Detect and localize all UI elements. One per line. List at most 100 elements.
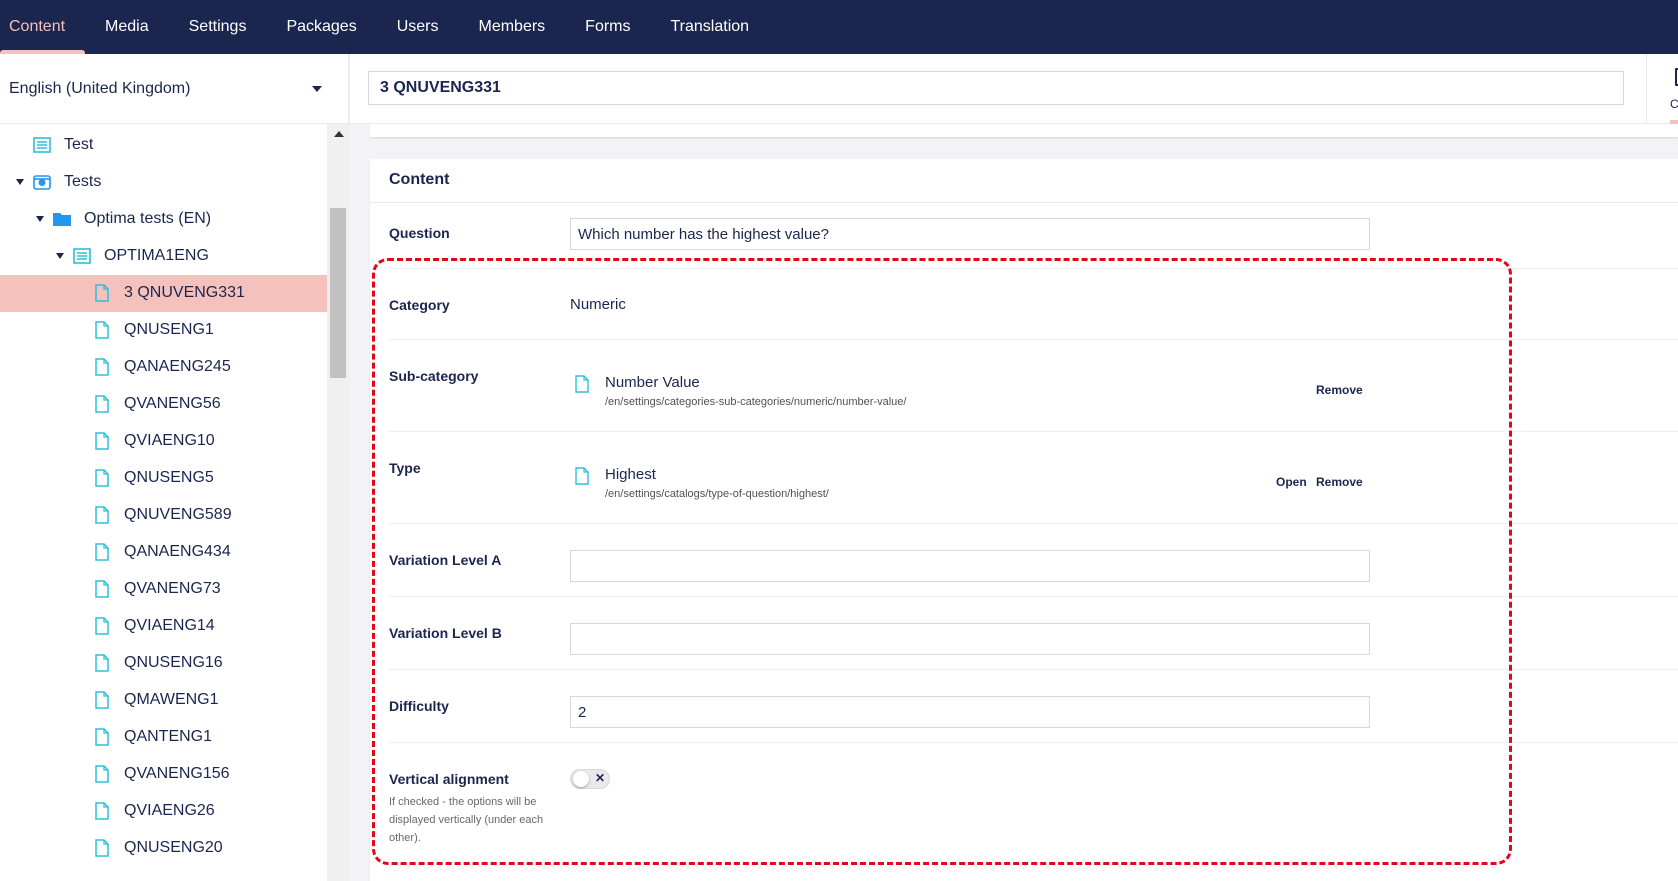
tree-item-label: Optima tests (EN)	[84, 210, 212, 227]
tree-item[interactable]: QVANENG56	[0, 386, 327, 423]
type-name[interactable]: Highest	[605, 466, 656, 483]
variation-b-input[interactable]	[570, 623, 1370, 655]
document-icon	[575, 375, 589, 393]
document-icon	[95, 580, 109, 598]
tree-item[interactable]: QNUSENG16	[0, 645, 327, 682]
scrollbar-thumb[interactable]	[330, 208, 346, 378]
category-label: Category	[389, 297, 450, 313]
tree-scrollbar[interactable]	[327, 124, 349, 881]
document-icon	[95, 358, 109, 376]
category-value: Numeric	[570, 296, 626, 313]
document-icon	[95, 543, 109, 561]
document-icon	[95, 432, 109, 450]
variation-a-input[interactable]	[570, 550, 1370, 582]
tree-item[interactable]: 3 QNUVENG331	[0, 275, 327, 312]
content-tree-sidebar: English (United Kingdom) Test Tests Optima…	[0, 54, 349, 881]
tree-item-label: QMAWENG1	[124, 691, 219, 708]
subcategory-path: /en/settings/categories-sub-categories/n…	[605, 396, 907, 408]
difficulty-input[interactable]	[570, 696, 1370, 728]
app-tab-label: Cor	[1670, 97, 1678, 111]
document-icon	[95, 506, 109, 524]
tree-item[interactable]: Tests	[0, 164, 327, 201]
tree-item[interactable]: QVIAENG26	[0, 793, 327, 830]
expand-arrow-icon[interactable]	[16, 179, 24, 185]
tree-item[interactable]: OPTIMA1ENG	[0, 238, 327, 275]
variation-a-label: Variation Level A	[389, 552, 502, 568]
folder-icon	[53, 213, 71, 226]
tree-item-label: QVIAENG26	[124, 802, 215, 819]
difficulty-label: Difficulty	[389, 698, 449, 714]
header-divider	[1646, 54, 1647, 124]
tree-item[interactable]: QANTENG1	[0, 719, 327, 756]
document-icon	[95, 691, 109, 709]
content-app-tab[interactable]: Cor	[1655, 54, 1678, 124]
tree-item[interactable]: QNUSENG20	[0, 830, 327, 867]
nav-media[interactable]: Media	[85, 0, 169, 54]
content-group-panel: Content Question Category Numeric Sub-ca…	[370, 159, 1678, 881]
vertical-alignment-toggle[interactable]: ✕	[570, 769, 610, 789]
list-icon	[33, 137, 51, 153]
nav-content[interactable]: Content	[0, 0, 86, 54]
expand-arrow-icon[interactable]	[56, 253, 64, 259]
content-tree: Test Tests Optima tests (EN) OPTIMA1ENG 3 QN…	[0, 124, 327, 881]
subcategory-name[interactable]: Number Value	[605, 374, 700, 391]
scroll-up-arrow-icon[interactable]	[334, 131, 344, 137]
tree-item[interactable]: QVIAENG10	[0, 423, 327, 460]
document-icon	[95, 395, 109, 413]
expand-arrow-icon[interactable]	[36, 216, 44, 222]
tree-item-label: 3 QNUVENG331	[124, 284, 245, 301]
document-icon	[95, 469, 109, 487]
divider	[389, 268, 1678, 269]
tree-item-label: QANAENG245	[124, 358, 231, 375]
divider	[389, 596, 1678, 597]
tree-item-label: QVIAENG10	[124, 432, 215, 449]
divider	[389, 339, 1678, 340]
type-open-button[interactable]: Open	[1276, 475, 1307, 489]
vertical-alignment-description: If checked - the options will be display…	[389, 796, 544, 844]
type-path: /en/settings/catalogs/type-of-question/h…	[605, 488, 829, 500]
nav-forms[interactable]: Forms	[565, 0, 650, 54]
tree-item[interactable]: QNUSENG5	[0, 460, 327, 497]
tree-item-label: QVANENG56	[124, 395, 221, 412]
type-remove-button[interactable]: Remove	[1316, 475, 1363, 489]
globe-icon	[33, 175, 51, 190]
document-icon	[95, 765, 109, 783]
question-input[interactable]	[570, 218, 1370, 250]
subcategory-remove-button[interactable]: Remove	[1316, 383, 1363, 397]
nav-settings[interactable]: Settings	[169, 0, 267, 54]
tree-item-label: QANTENG1	[124, 728, 213, 745]
tree-item[interactable]: QMAWENG1	[0, 682, 327, 719]
tree-item[interactable]: QNUSENG1	[0, 312, 327, 349]
tree-item[interactable]: QANAENG434	[0, 534, 327, 571]
language-selector[interactable]: English (United Kingdom)	[0, 54, 348, 124]
tree-item[interactable]: QNUVENG589	[0, 497, 327, 534]
tree-item-label: Tests	[64, 173, 102, 190]
document-icon	[575, 467, 589, 485]
nav-packages[interactable]: Packages	[266, 0, 376, 54]
nav-users[interactable]: Users	[377, 0, 459, 54]
tree-item-label: QNUSENG5	[124, 469, 214, 486]
tree-item[interactable]: QANAENG245	[0, 349, 327, 386]
vertical-alignment-label: Vertical alignment	[389, 771, 509, 787]
group-title: Content	[389, 171, 450, 188]
tree-item-label: OPTIMA1ENG	[104, 247, 209, 264]
tree-item[interactable]: QVANENG73	[0, 571, 327, 608]
variation-b-label: Variation Level B	[389, 625, 502, 641]
subcategory-label: Sub-category	[389, 368, 479, 384]
type-label: Type	[389, 460, 421, 476]
node-name-input[interactable]	[368, 71, 1624, 105]
tree-item[interactable]: QVANENG156	[0, 756, 327, 793]
nav-members[interactable]: Members	[458, 0, 565, 54]
divider	[370, 202, 1678, 203]
tree-item[interactable]: Test	[0, 127, 327, 164]
divider	[389, 431, 1678, 432]
tree-item-label: Test	[64, 136, 94, 153]
nav-translation[interactable]: Translation	[651, 0, 770, 54]
tree-item-label: QNUSENG20	[124, 839, 223, 856]
tree-item[interactable]: Optima tests (EN)	[0, 201, 327, 238]
document-icon	[95, 654, 109, 672]
tree-item[interactable]: QVIAENG14	[0, 608, 327, 645]
document-icon	[95, 728, 109, 746]
tree-item-label: QANAENG434	[124, 543, 231, 560]
question-label: Question	[389, 225, 450, 241]
